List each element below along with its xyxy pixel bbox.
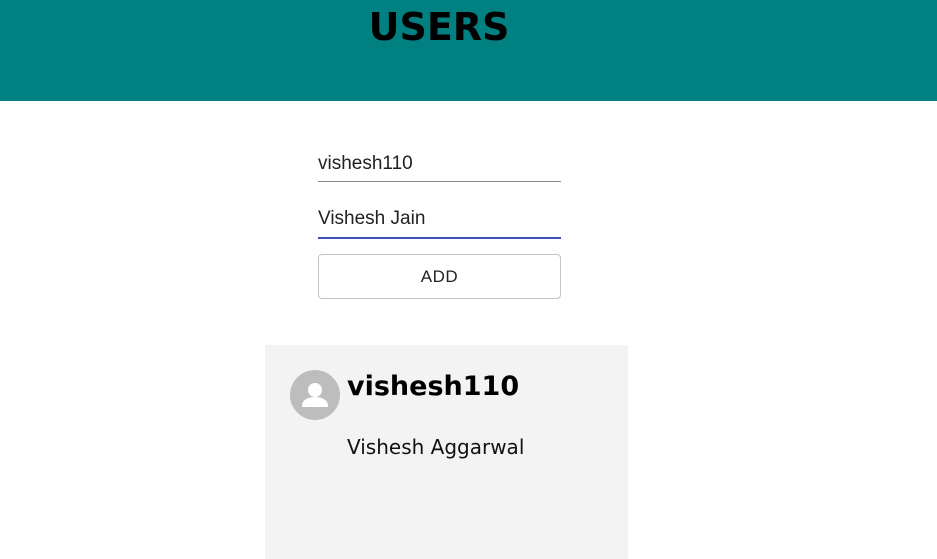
- avatar: [290, 370, 340, 420]
- person-icon: [302, 383, 328, 407]
- username-input[interactable]: [318, 146, 561, 182]
- add-button[interactable]: ADD: [318, 254, 561, 299]
- user-card-username: vishesh110: [347, 371, 520, 402]
- user-card-fullname: Vishesh Aggarwal: [347, 435, 525, 459]
- user-card: vishesh110 Vishesh Aggarwal: [265, 345, 628, 559]
- app-header: USERS: [0, 0, 937, 101]
- fullname-input[interactable]: [318, 201, 561, 239]
- page-title: USERS: [368, 5, 510, 49]
